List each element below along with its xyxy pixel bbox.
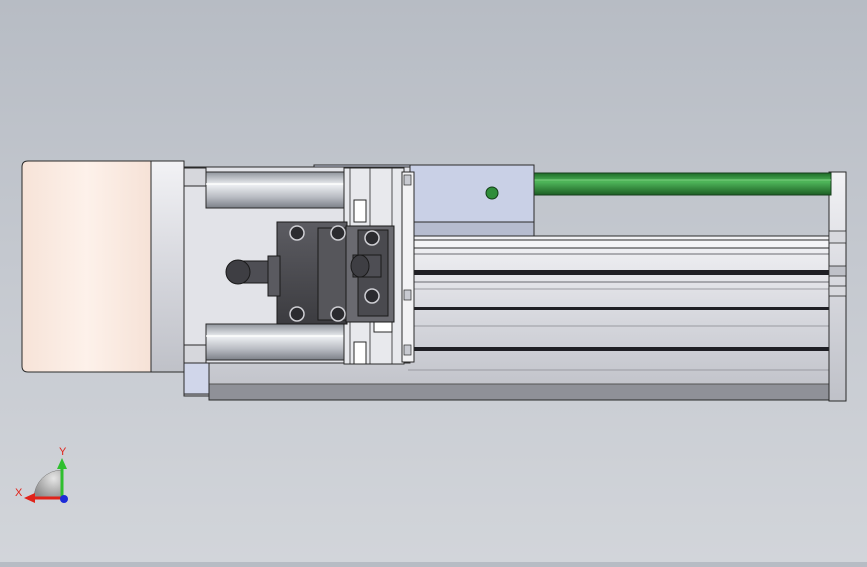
stepper-motor[interactable] <box>21 160 152 373</box>
bolt-icon <box>364 230 380 246</box>
guide-rod-green[interactable] <box>533 172 832 196</box>
bolt-icon <box>330 225 346 241</box>
bolt-icon <box>330 306 346 322</box>
triad-plane-icon <box>33 469 63 499</box>
grease-nipple-icon <box>485 186 499 200</box>
triad-y-label: Y <box>59 446 67 458</box>
bolt-icon <box>364 288 380 304</box>
bolt-icon <box>289 306 305 322</box>
z-axis-dot-icon <box>60 495 68 503</box>
model-canvas[interactable]: Y X <box>0 0 867 562</box>
cad-viewport[interactable]: Y X <box>0 0 867 562</box>
bolt-icon <box>289 225 305 241</box>
axis-triad: Y X <box>15 446 68 503</box>
end-plate-right[interactable] <box>828 171 847 402</box>
triad-x-label: X <box>15 487 23 499</box>
